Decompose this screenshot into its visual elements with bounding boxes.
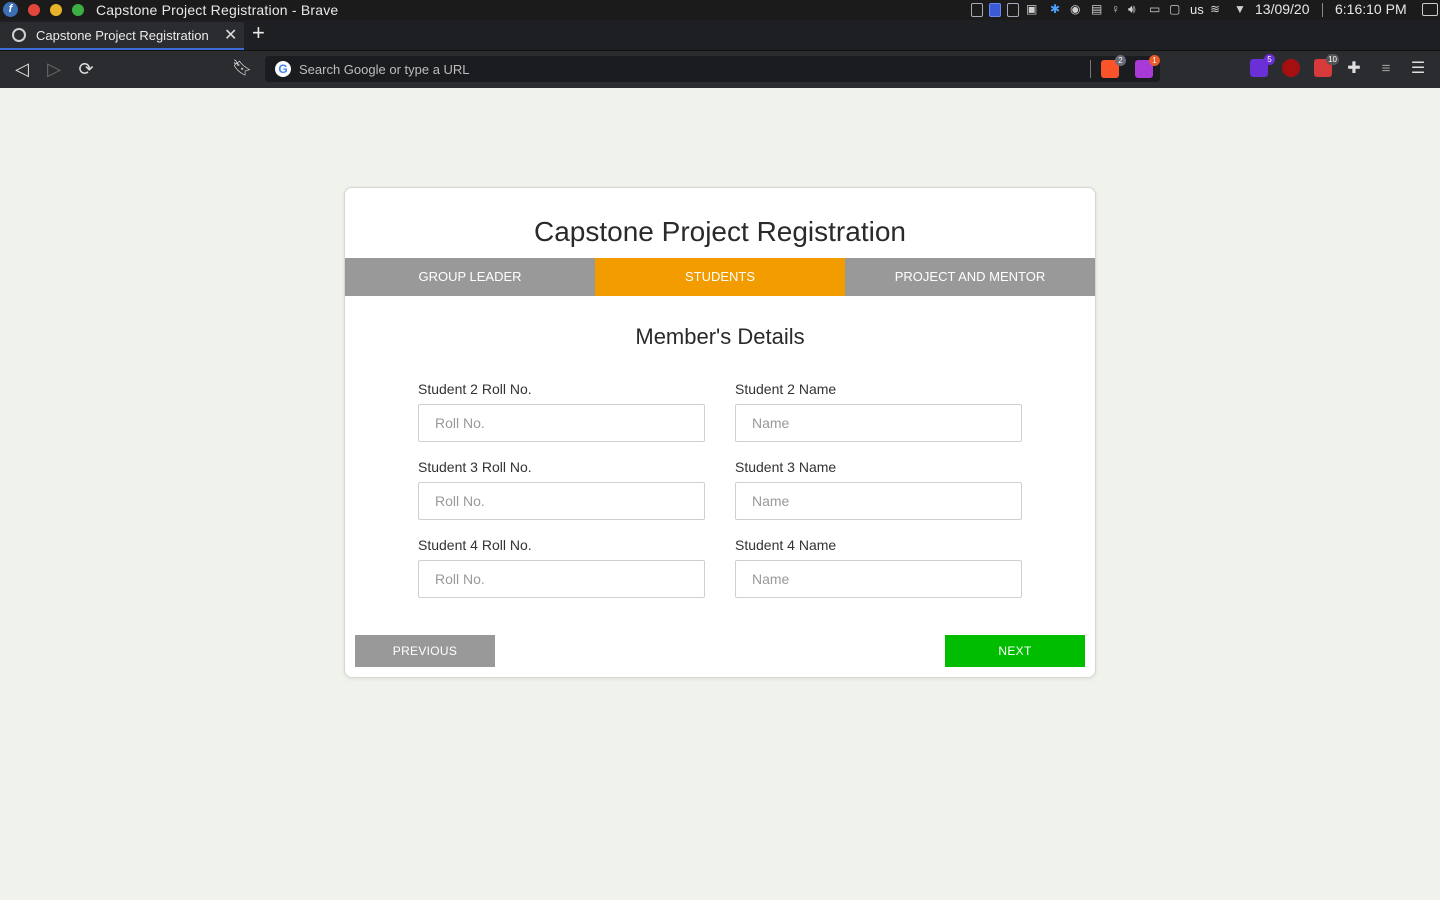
student-4-roll-label: Student 4 Roll No. <box>418 537 532 553</box>
browser-toolbar: ◁ ▷ ⟳ 🔖︎ G 2 1 5 10 ✚ ≡ ☰ <box>0 50 1440 88</box>
bluetooth-icon[interactable]: ✱ <box>1050 2 1060 16</box>
workspace-2-icon[interactable] <box>989 3 1001 17</box>
battery-icon[interactable]: ▭ <box>1149 2 1160 16</box>
window-maximize-icon[interactable] <box>72 4 84 16</box>
tab-students[interactable]: STUDENTS <box>595 258 845 296</box>
student-3-name-label: Student 3 Name <box>735 459 837 475</box>
url-input[interactable] <box>299 59 1079 79</box>
url-divider <box>1090 60 1091 78</box>
rewards-badge: 1 <box>1149 55 1160 66</box>
wifi-icon[interactable]: ≋ <box>1210 2 1220 16</box>
chevron-down-icon[interactable]: ▼ <box>1234 2 1246 16</box>
section-title: Member's Details <box>635 324 805 349</box>
address-bar[interactable]: G 2 1 <box>265 55 1160 82</box>
extension-badge: 10 <box>1326 54 1339 65</box>
browser-tab[interactable]: Capstone Project Registration ✕ <box>0 22 244 50</box>
student-3-name-input[interactable] <box>735 482 1022 520</box>
menu-icon[interactable]: ☰ <box>1406 57 1430 81</box>
shields-badge: 2 <box>1115 55 1126 66</box>
step-tabs: GROUP LEADER STUDENTS PROJECT AND MENTOR <box>345 258 1095 296</box>
media-control-icon[interactable]: ≡ <box>1374 57 1398 81</box>
student-3-roll-input[interactable] <box>418 482 705 520</box>
tab-project-and-mentor[interactable]: PROJECT AND MENTOR <box>845 258 1095 296</box>
tab-group-leader[interactable]: GROUP LEADER <box>345 258 595 296</box>
os-top-bar: f Capstone Project Registration - Brave … <box>0 0 1440 20</box>
volume-icon[interactable]: 🔊︎ <box>1128 2 1136 17</box>
workspace-3-icon[interactable] <box>1007 3 1019 17</box>
student-2-roll-label: Student 2 Roll No. <box>418 381 532 397</box>
brave-rewards-icon[interactable]: 1 <box>1135 55 1160 78</box>
extension-badge: 5 <box>1264 54 1275 65</box>
next-button[interactable]: NEXT <box>945 635 1085 667</box>
student-2-roll-input[interactable] <box>418 404 705 442</box>
workspace-1-icon[interactable] <box>971 3 983 17</box>
bookmark-button[interactable]: 🔖︎ <box>230 57 254 81</box>
page-title: Capstone Project Registration <box>534 216 906 247</box>
student-3-roll-label: Student 3 Roll No. <box>418 459 532 475</box>
display-icon[interactable]: ▢ <box>1169 2 1180 16</box>
registration-card: Capstone Project Registration GROUP LEAD… <box>344 187 1096 678</box>
location-icon[interactable]: ♀ <box>1111 2 1120 16</box>
close-icon[interactable]: ✕ <box>224 25 237 45</box>
globe-icon <box>12 28 26 42</box>
window-minimize-icon[interactable] <box>50 4 62 16</box>
keyboard-layout[interactable]: us <box>1190 2 1204 17</box>
window-title: Capstone Project Registration - Brave <box>96 2 339 18</box>
student-4-name-label: Student 4 Name <box>735 537 837 553</box>
fedora-logo-icon[interactable]: f <box>3 2 18 17</box>
cpu-icon[interactable]: ▣ <box>1026 2 1037 16</box>
extension-icon[interactable]: 10 <box>1314 54 1339 77</box>
tab-strip: Capstone Project Registration ✕ <box>0 20 1440 50</box>
ublock-origin-icon[interactable] <box>1282 59 1300 77</box>
tab-title: Capstone Project Registration <box>36 28 209 43</box>
student-4-name-input[interactable] <box>735 560 1022 598</box>
power-menu-icon[interactable] <box>1422 3 1438 16</box>
google-icon: G <box>275 61 291 77</box>
student-2-name-input[interactable] <box>735 404 1022 442</box>
record-icon[interactable]: ◉ <box>1070 2 1080 16</box>
date-display[interactable]: 13/09/20 <box>1255 1 1310 17</box>
time-display[interactable]: 6:16:10 PM <box>1335 1 1407 17</box>
back-button[interactable]: ◁ <box>10 57 34 81</box>
student-4-roll-input[interactable] <box>418 560 705 598</box>
window-close-icon[interactable] <box>28 4 40 16</box>
reload-button[interactable]: ⟳ <box>74 57 98 81</box>
brave-shields-icon[interactable]: 2 <box>1101 55 1126 78</box>
tray-divider <box>1322 3 1323 17</box>
puzzle-icon[interactable]: ✚ <box>1342 57 1366 81</box>
clipboard-icon[interactable]: ▤ <box>1091 2 1102 16</box>
extension-icon[interactable]: 5 <box>1250 54 1275 77</box>
new-tab-button[interactable]: + <box>252 22 265 44</box>
forward-button[interactable]: ▷ <box>42 57 66 81</box>
student-2-name-label: Student 2 Name <box>735 381 837 397</box>
previous-button[interactable]: PREVIOUS <box>355 635 495 667</box>
